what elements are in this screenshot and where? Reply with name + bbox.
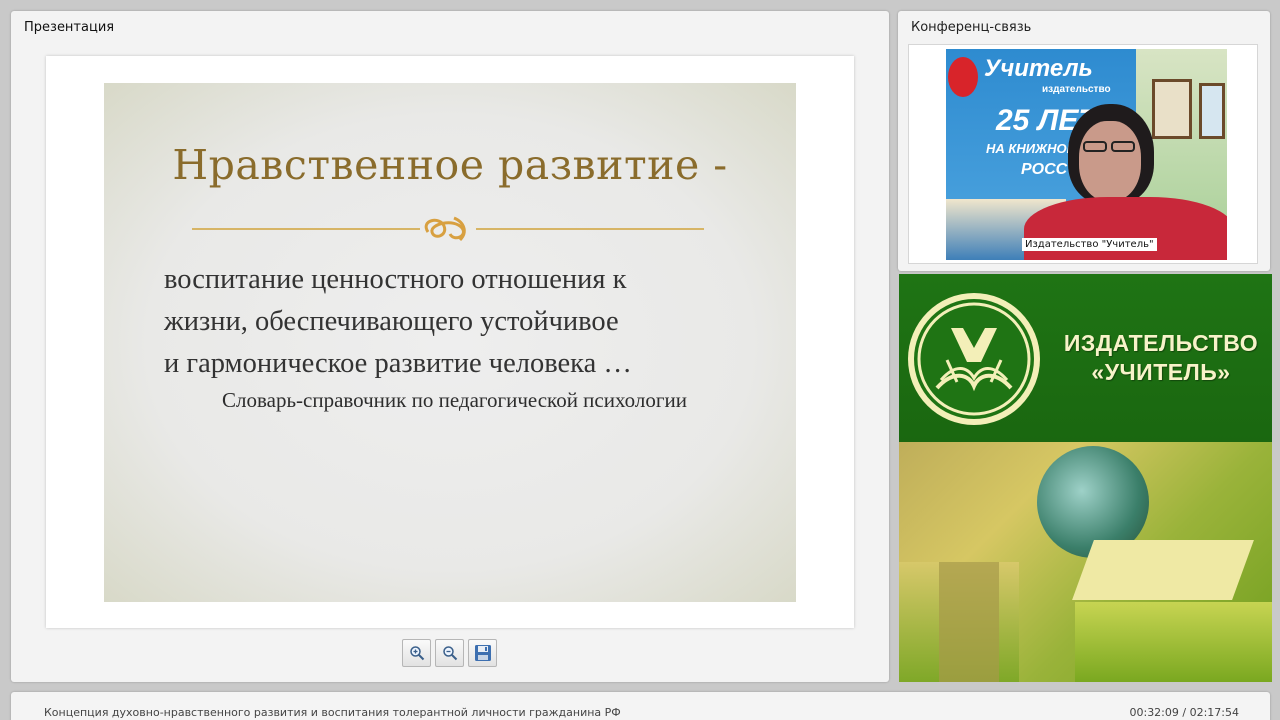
playback-status-bar: Концепция духовно-нравственного развития… (11, 692, 1270, 720)
open-book (1072, 540, 1254, 600)
slide-body-line: жизни, обеспечивающего устойчивое (164, 306, 619, 337)
publisher-name: ИЗДАТЕЛЬСТВО «УЧИТЕЛЬ» (1056, 329, 1266, 387)
poster-brand: Учитель (984, 55, 1093, 82)
book-spine (939, 562, 999, 682)
slide-body-line: воспитание ценностного отношения к (164, 264, 627, 295)
books-globe-image (899, 442, 1272, 682)
slide-source: Словарь-справочник по педагогической пси… (222, 388, 687, 412)
presentation-panel: Презентация Нравственное развитие - восп… (11, 11, 889, 682)
glasses-icon (1111, 141, 1135, 152)
playback-time: 00:32:09 / 02:17:54 (1129, 706, 1239, 719)
ornament-divider-icon (192, 216, 704, 242)
picture-frame-icon (1152, 79, 1192, 139)
floppy-disk-icon (474, 645, 491, 661)
zoom-out-icon (442, 646, 457, 661)
participant-label: Издательство "Учитель" (1022, 238, 1157, 251)
slide-viewport[interactable]: Нравственное развитие - воспитание ценно… (46, 56, 854, 628)
publisher-name-line2: «УЧИТЕЛЬ» (1091, 359, 1231, 385)
publisher-banner: ИЗДАТЕЛЬСТВО «УЧИТЕЛЬ» (899, 274, 1272, 682)
book-stack (1075, 602, 1272, 682)
video-frame: Учитель издательство 25 ЛЕТ НА КНИЖНОМ Р… (908, 44, 1258, 264)
presentation-slide: Нравственное развитие - воспитание ценно… (104, 83, 796, 602)
slide-body: воспитание ценностного отношения к жизни… (164, 259, 764, 385)
conference-panel-title: Конференц-связь (911, 20, 1032, 35)
person-face (1079, 121, 1141, 201)
publisher-logo-icon (908, 293, 1040, 425)
zoom-out-button[interactable] (435, 639, 464, 667)
webinar-title: Концепция духовно-нравственного развития… (44, 706, 621, 719)
publisher-banner-top: ИЗДАТЕЛЬСТВО «УЧИТЕЛЬ» (899, 274, 1272, 442)
slide-title: Нравственное развитие - (172, 141, 728, 189)
slide-body-line: и гармоническое развитие человека … (164, 348, 632, 379)
glasses-icon (1083, 141, 1107, 152)
poster-subbrand: издательство (1042, 84, 1111, 95)
poster-logo-icon (948, 57, 978, 97)
presentation-panel-title: Презентация (24, 20, 115, 35)
webcam-video[interactable]: Учитель издательство 25 ЛЕТ НА КНИЖНОМ Р… (946, 49, 1227, 260)
zoom-in-button[interactable] (402, 639, 431, 667)
poster-slogan-2: РОСС (1021, 161, 1068, 178)
presentation-toolbar (402, 639, 497, 667)
conference-panel: Конференц-связь Учитель издательство 25 … (898, 11, 1270, 271)
publisher-name-line1: ИЗДАТЕЛЬСТВО (1063, 330, 1259, 356)
picture-frame-icon (1199, 83, 1225, 139)
save-button[interactable] (468, 639, 497, 667)
zoom-in-icon (409, 646, 424, 661)
